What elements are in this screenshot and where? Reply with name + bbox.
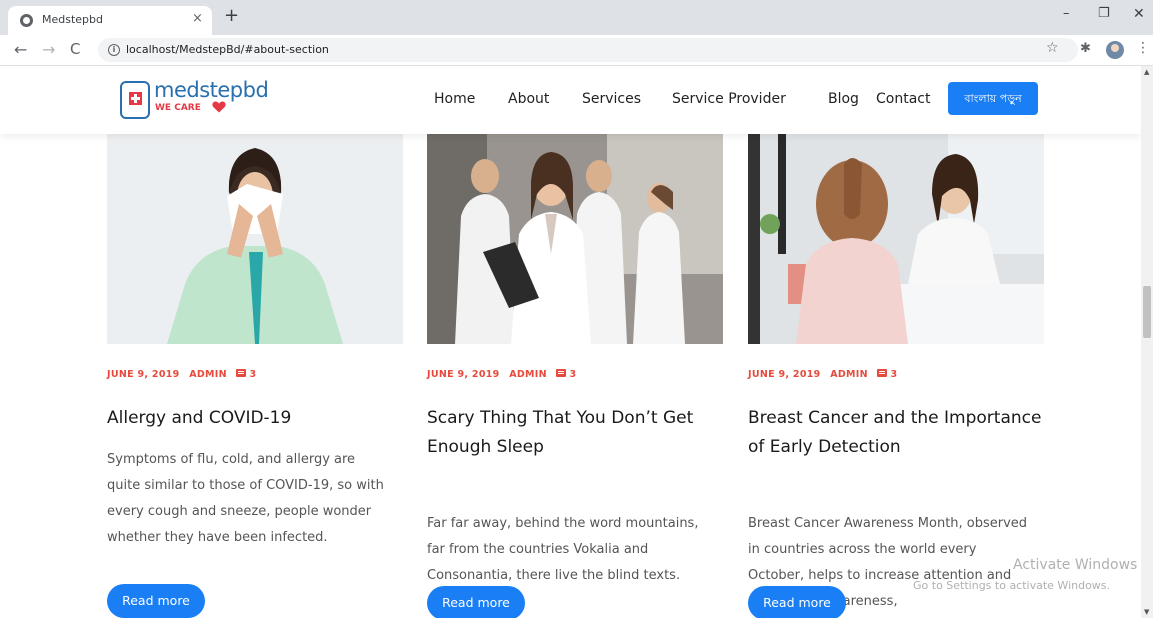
woman-sneezing-image <box>107 134 403 344</box>
browser-menu-icon[interactable]: ⋮ <box>1136 40 1150 56</box>
medical-cross-icon <box>129 92 142 105</box>
logo-tagline: WE CARE <box>155 103 201 113</box>
nav-home[interactable]: Home <box>434 91 475 107</box>
site-logo[interactable]: medstepbd WE CARE <box>120 78 270 122</box>
comment-count[interactable]: 3 <box>890 369 897 380</box>
post-meta: JUNE 9, 2019 ADMIN 3 <box>427 369 582 380</box>
post-meta: JUNE 9, 2019 ADMIN 3 <box>107 369 262 380</box>
nav-services[interactable]: Services <box>582 91 641 107</box>
forward-arrow-icon[interactable]: → <box>42 40 55 59</box>
activate-windows-watermark-title: Activate Windows <box>1013 557 1138 573</box>
heart-icon <box>212 101 226 113</box>
info-icon[interactable]: i <box>108 44 120 56</box>
new-tab-button[interactable]: + <box>224 5 239 26</box>
comment-count[interactable]: 3 <box>249 369 256 380</box>
comment-icon <box>877 369 888 377</box>
post-image-doctors[interactable] <box>427 134 723 344</box>
doctor-consultation-image <box>748 134 1044 344</box>
post-image-consultation[interactable] <box>748 134 1044 344</box>
window-close-button[interactable]: ✕ <box>1133 6 1145 22</box>
url-text[interactable]: localhost/MedstepBd/#about-section <box>126 43 329 56</box>
back-arrow-icon[interactable]: ← <box>14 40 27 59</box>
nav-blog[interactable]: Blog <box>828 91 859 107</box>
logo-text: medstepbd <box>154 78 269 102</box>
post-title[interactable]: Scary Thing That You Don’t Get Enough Sl… <box>427 404 723 462</box>
nav-about[interactable]: About <box>508 91 549 107</box>
post-excerpt: Far far away, behind the word mountains,… <box>427 516 699 583</box>
profile-avatar[interactable] <box>1106 41 1124 59</box>
page-scrollbar[interactable]: ▲ ▼ <box>1141 66 1153 618</box>
address-bar: ← → C i localhost/MedstepBd/#about-secti… <box>0 35 1153 66</box>
browser-tab[interactable]: Medstepbd × <box>8 6 212 35</box>
scroll-up-arrow-icon[interactable]: ▲ <box>1144 68 1149 76</box>
restore-button[interactable]: ❐ <box>1098 6 1110 21</box>
site-header: medstepbd WE CARE Home About Services Se… <box>0 66 1141 134</box>
globe-icon <box>20 14 33 27</box>
comment-count[interactable]: 3 <box>569 369 576 380</box>
minimize-button[interactable]: – <box>1063 6 1070 21</box>
comment-icon <box>556 369 567 377</box>
post-author[interactable]: ADMIN <box>830 369 868 380</box>
post-author[interactable]: ADMIN <box>189 369 227 380</box>
phone-frame-icon <box>120 81 150 119</box>
doctors-team-image <box>427 134 723 344</box>
post-date[interactable]: JUNE 9, 2019 <box>748 369 821 380</box>
reload-icon[interactable]: C <box>70 40 80 58</box>
post-author[interactable]: ADMIN <box>509 369 547 380</box>
post-excerpt: Symptoms of flu, cold, and allergy are q… <box>107 452 384 545</box>
post-meta: JUNE 9, 2019 ADMIN 3 <box>748 369 903 380</box>
page-viewport: medstepbd WE CARE Home About Services Se… <box>0 66 1141 618</box>
url-input[interactable]: i localhost/MedstepBd/#about-section <box>98 38 1078 62</box>
bangla-language-button[interactable]: বাংলায় পড়ুন <box>948 82 1038 115</box>
scroll-thumb[interactable] <box>1143 286 1151 338</box>
browser-tab-bar: Medstepbd × + – ❐ ✕ <box>0 0 1153 35</box>
extensions-puzzle-icon[interactable]: ✱ <box>1080 41 1091 56</box>
bookmark-star-icon[interactable]: ☆ <box>1046 40 1059 56</box>
read-more-button[interactable]: Read more <box>427 586 525 618</box>
post-title[interactable]: Breast Cancer and the Importance of Earl… <box>748 404 1044 462</box>
scroll-down-arrow-icon[interactable]: ▼ <box>1144 608 1149 616</box>
post-title[interactable]: Allergy and COVID-19 <box>107 404 403 433</box>
nav-service-provider[interactable]: Service Provider <box>672 91 786 107</box>
tab-title: Medstepbd <box>42 13 103 26</box>
comment-icon <box>236 369 247 377</box>
post-date[interactable]: JUNE 9, 2019 <box>427 369 500 380</box>
read-more-button[interactable]: Read more <box>748 586 846 618</box>
read-more-button[interactable]: Read more <box>107 584 205 618</box>
post-date[interactable]: JUNE 9, 2019 <box>107 369 180 380</box>
post-image-allergy[interactable] <box>107 134 403 344</box>
activate-windows-watermark-subtitle: Go to Settings to activate Windows. <box>913 579 1111 592</box>
nav-contact[interactable]: Contact <box>876 91 930 107</box>
close-icon[interactable]: × <box>192 11 203 26</box>
